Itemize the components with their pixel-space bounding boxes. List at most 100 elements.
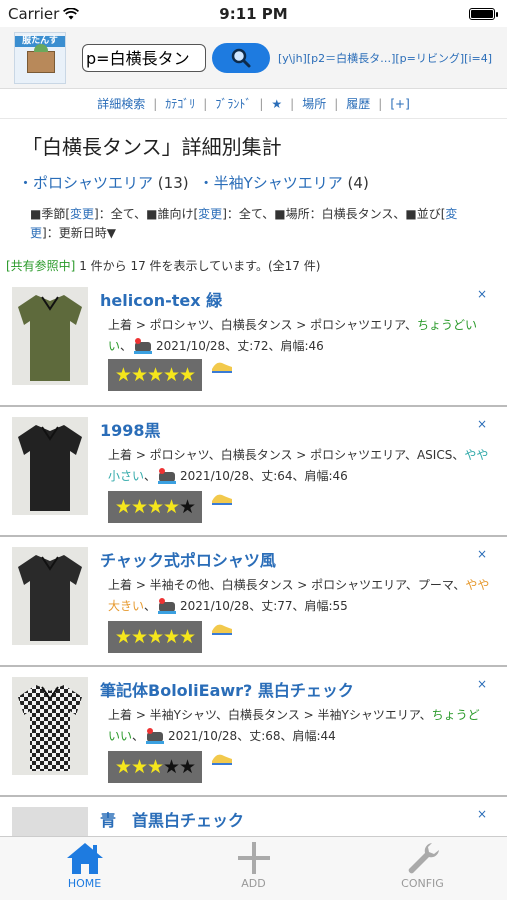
nav-separator: | [290, 96, 295, 111]
stars-filled: ★★★★★ [114, 626, 196, 648]
tab-add-label: ADD [241, 877, 266, 890]
item-title[interactable]: チャック式ポロシャツ風 [100, 547, 276, 571]
stars-filled: ★★★★ [114, 496, 180, 518]
status-time: 9:11 PM [219, 5, 288, 23]
nav-separator: | [378, 96, 383, 111]
nav-history[interactable]: 履歴 [346, 95, 370, 112]
owner-icon [134, 338, 153, 354]
shared-badge: [共有参照中] [6, 259, 76, 273]
item-title[interactable]: 筆記体BololiEawr? 黒白チェック [100, 677, 354, 701]
shoe-icon[interactable] [210, 749, 234, 767]
change-sort-link-a[interactable]: 変 [445, 207, 457, 221]
tab-config-label: CONFIG [401, 877, 444, 890]
category-short-sleeve-label: ・半袖Yシャツエリア [198, 173, 343, 192]
nav-brand[interactable]: ﾌﾞﾗﾝﾄﾞ [215, 95, 251, 112]
wrench-icon [408, 843, 439, 874]
category-polo-label: ・ポロシャツエリア [18, 173, 154, 192]
app-header: 服たんす p=白横長タンス [y\jh][p2＝白横長タ…][p=リビング][i… [0, 27, 507, 89]
clothing-item[interactable]: helicon-tex 緑 × 上着 > ポロシャツ、白横長タンス > ポロシャツエ… [0, 277, 507, 407]
page-title: 「白横長タンス」詳細別集計 [22, 135, 282, 159]
category-short-sleeve[interactable]: ・半袖Yシャツエリア (4) [199, 172, 369, 193]
nav-separator: | [334, 96, 339, 111]
battery-icon [469, 7, 498, 20]
filter-sort-label: ■並び[ [405, 207, 446, 221]
change-target-link[interactable]: 変更 [198, 207, 222, 221]
item-date-size: 2021/10/28、丈:77、肩幅:55 [180, 599, 348, 613]
nav-category[interactable]: ｶﾃｺﾞﾘ [165, 95, 195, 112]
item-thumbnail[interactable] [12, 677, 88, 775]
home-icon [66, 843, 103, 874]
item-date-size: 2021/10/28、丈:72、肩幅:46 [156, 339, 324, 353]
item-separator: 、 [144, 599, 157, 613]
item-thumbnail[interactable] [12, 287, 88, 385]
clothing-item[interactable]: チャック式ポロシャツ風 × 上着 > 半袖その他、白横長タンス > ポロシャツエリア… [0, 537, 507, 667]
result-count: 1 件から 17 件を表示しています。(全17 件) [75, 259, 321, 273]
search-button[interactable] [212, 42, 270, 73]
app-logo[interactable]: 服たんす [14, 31, 66, 84]
nav-favorite[interactable]: ★ [271, 97, 282, 111]
item-date-size: 2021/10/28、丈:68、肩幅:44 [168, 729, 336, 743]
shoe-icon[interactable] [210, 489, 234, 507]
stars-empty: ★ [179, 496, 196, 518]
nav-detail-search[interactable]: 詳細検索 [97, 95, 145, 112]
item-thumbnail[interactable] [12, 417, 88, 515]
logo-box-graphic [27, 43, 55, 73]
status-bar: Carrier 9:11 PM [0, 0, 507, 27]
clothing-item[interactable]: 1998黒 × 上着 > ポロシャツ、白横長タンス > ポロシャツエリア、ASICS… [0, 407, 507, 537]
category-row: ・ポロシャツエリア (13) ・半袖Yシャツエリア (4) [0, 165, 507, 199]
result-info: [共有参照中] 1 件から 17 件を表示しています。(全17 件) [0, 249, 507, 277]
filter-target-label: ■誰向け[ [146, 207, 199, 221]
star-rating[interactable]: ★★★★★ [108, 491, 202, 523]
stars-filled: ★★★ [114, 756, 164, 778]
remove-item-button[interactable]: × [477, 807, 487, 821]
item-title[interactable]: helicon-tex 緑 [100, 287, 222, 311]
item-title[interactable]: 青 首黒白チェック [100, 807, 244, 831]
remove-item-button[interactable]: × [477, 677, 487, 691]
remove-item-button[interactable]: × [477, 417, 487, 431]
tab-home-label: HOME [67, 877, 102, 890]
tab-config[interactable]: CONFIG [338, 837, 507, 900]
item-thumbnail[interactable] [12, 807, 88, 837]
star-rating[interactable]: ★★★★★ [108, 751, 202, 783]
remove-item-button[interactable]: × [477, 547, 487, 561]
item-separator: 、 [144, 469, 157, 483]
item-thumbnail[interactable] [12, 547, 88, 645]
shoe-icon[interactable] [210, 357, 234, 375]
search-input[interactable]: p=白横長タンス [82, 43, 206, 72]
star-rating[interactable]: ★★★★★ [108, 359, 202, 391]
tab-home[interactable]: HOME [0, 837, 169, 900]
item-description: 上着 > 半袖その他、白横長タンス > ポロシャツエリア、プーマ、やや大きい、 2… [108, 575, 490, 617]
category-polo[interactable]: ・ポロシャツエリア (13) [18, 172, 189, 193]
item-description: 上着 > 半袖Yシャツ、白横長タンス > 半袖Yシャツエリア、ちょうどいい、 20… [108, 705, 490, 747]
item-category-path: 上着 > 半袖Yシャツ、白横長タンス > 半袖Yシャツエリア、 [108, 708, 432, 722]
clothing-item[interactable]: 筆記体BololiEawr? 黒白チェック × 上着 > 半袖Yシャツ、白横長タンス… [0, 667, 507, 797]
item-date-size: 2021/10/28、丈:64、肩幅:46 [180, 469, 348, 483]
search-params[interactable]: [y\jh][p2＝白横長タ…][p=リビング][i=4] [278, 50, 497, 66]
stars-empty: ★★ [163, 756, 196, 778]
search-input-value: p=白横長タンス [86, 48, 190, 68]
filter-summary: ■季節[変更]：全て、■誰向け[変更]：全て、■場所：白横長タンス、■並び[変更… [0, 199, 507, 249]
clothing-item[interactable]: 青 首黒白チェック × [0, 797, 507, 837]
nav-row: 詳細検索 | ｶﾃｺﾞﾘ | ﾌﾞﾗﾝﾄﾞ | ★ | 場所 | 履歴 | [+… [0, 89, 507, 119]
item-description: 上着 > ポロシャツ、白横長タンス > ポロシャツエリア、ASICS、やや小さい… [108, 445, 490, 487]
filter-place: ■場所：白横長タンス、 [274, 207, 406, 221]
star-rating[interactable]: ★★★★★ [108, 621, 202, 653]
nav-place[interactable]: 場所 [302, 95, 326, 112]
item-category-path: 上着 > 半袖その他、白横長タンス > ポロシャツエリア、プーマ、 [108, 578, 466, 592]
tab-add[interactable]: ADD [169, 837, 338, 900]
item-separator: 、 [132, 729, 145, 743]
filter-season-label: ■季節[ [30, 207, 71, 221]
category-short-sleeve-count: (4) [347, 173, 369, 192]
item-list: helicon-tex 緑 × 上着 > ポロシャツ、白横長タンス > ポロシャツエ… [0, 277, 507, 837]
remove-item-button[interactable]: × [477, 287, 487, 301]
nav-add[interactable]: [+] [390, 97, 409, 111]
filter-target-value: ]：全て、 [222, 207, 275, 221]
change-sort-link-b[interactable]: 更 [30, 226, 42, 240]
item-separator: 、 [120, 339, 133, 353]
item-category-path: 上着 > ポロシャツ、白横長タンス > ポロシャツエリア、 [108, 318, 417, 332]
shoe-icon[interactable] [210, 619, 234, 637]
item-title[interactable]: 1998黒 [100, 417, 161, 441]
change-season-link[interactable]: 変更 [70, 207, 94, 221]
owner-icon [146, 728, 165, 744]
nav-separator: | [259, 96, 264, 111]
